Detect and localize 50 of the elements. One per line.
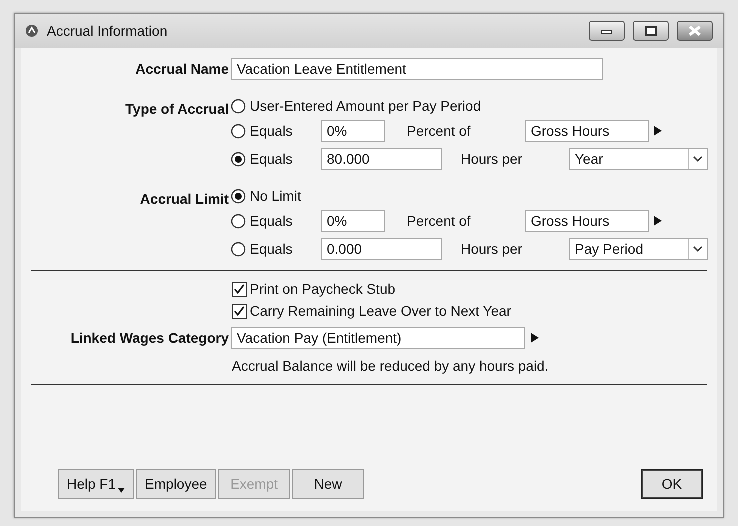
unit-label: Hours per [460,151,524,167]
right-arrow-icon[interactable] [530,332,540,344]
unit-label: Percent of [406,123,472,139]
hours-field[interactable]: 80.000 [321,148,442,170]
period-dropdown[interactable]: Year [569,148,708,170]
section-label: Accrual Limit [139,190,230,209]
hours-field[interactable]: 0.000 [321,238,442,260]
maximize-button[interactable] [633,21,669,41]
note-text: Accrual Balance will be reduced by any hours paid. [232,358,550,374]
option-label: Equals [250,213,293,229]
close-icon [688,26,702,36]
radio-button[interactable] [231,188,246,204]
close-button[interactable] [677,21,713,41]
percent-field[interactable]: 0% [321,210,385,232]
checkbox[interactable] [232,304,247,318]
basis-field[interactable]: Gross Hours [525,210,649,232]
action-button[interactable]: New [292,469,364,499]
minimize-button[interactable] [589,21,625,41]
maximize-icon [645,26,657,36]
radio-button[interactable] [231,98,246,114]
option-label: Equals [250,151,293,167]
unit-label: Percent of [406,213,472,229]
option-label: Equals [250,123,293,139]
radio-button[interactable] [231,214,246,228]
app-icon [25,24,39,38]
option-label: No Limit [250,188,302,204]
section-label: Type of Accrual [124,100,230,119]
basis-field[interactable]: Gross Hours [525,120,649,142]
radio-button[interactable] [231,242,246,256]
field-label: Linked Wages Category [70,330,230,346]
checkbox-label: Print on Paycheck Stub [250,281,396,297]
window-title: Accrual Information [47,23,169,39]
help-button[interactable]: Help F1 [58,469,134,499]
checkbox[interactable] [232,282,247,296]
percent-field[interactable]: 0% [321,120,385,142]
right-arrow-icon[interactable] [653,125,663,137]
radio-button[interactable] [231,152,246,166]
action-button[interactable]: OK [641,469,703,499]
checkbox-label: Carry Remaining Leave Over to Next Year [250,303,512,319]
period-dropdown[interactable]: Pay Period [569,238,708,260]
action-button[interactable]: Employee [136,469,216,499]
radio-button[interactable] [231,124,246,138]
option-label: Equals [250,241,293,257]
field-label: Accrual Name [134,61,230,77]
caret-icon [118,488,126,493]
accrual-name-field[interactable]: Vacation Leave Entitlement [231,58,603,80]
wages-category-field[interactable]: Vacation Pay (Entitlement) [231,327,525,349]
right-arrow-icon[interactable] [653,215,663,227]
option-label: User-Entered Amount per Pay Period [250,98,482,114]
unit-label: Hours per [460,241,524,257]
